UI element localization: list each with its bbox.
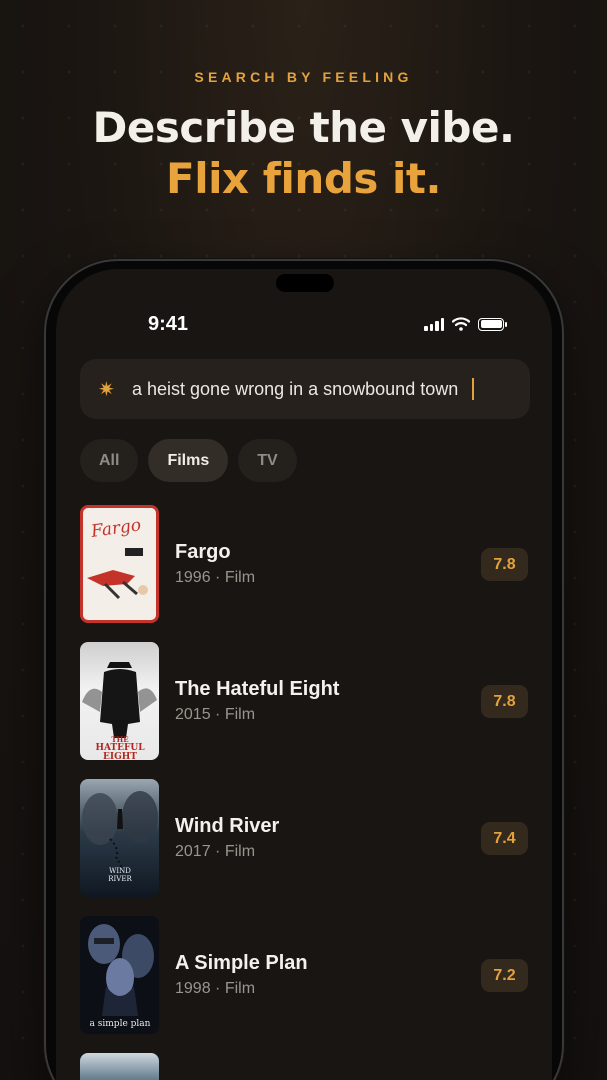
result-meta: 2017 · Film (175, 843, 256, 860)
poster-title-text: Fargo (89, 515, 142, 542)
result-row[interactable]: WIND RIVER Wind River 2017 · Film 7.4 (80, 779, 528, 916)
results-list: Fargo Fargo 1996 · Film 7.8 THE HATEFUL … (80, 505, 528, 1080)
result-meta: 2015 · Film (175, 706, 256, 723)
rating-badge: 7.2 (481, 959, 528, 992)
filter-chips: All Films TV (80, 439, 297, 482)
filter-chip-all[interactable]: All (80, 439, 139, 482)
headline-line-1: Describe the vibe. (92, 103, 515, 152)
rating-badge: 7.8 (481, 548, 528, 581)
poster-image: Fargo (80, 505, 159, 623)
svg-text:a simple plan: a simple plan (90, 1019, 151, 1029)
battery-icon (478, 317, 507, 331)
rating-badge: 7.8 (481, 685, 528, 718)
status-icons (424, 317, 507, 331)
result-row[interactable]: THE HATEFUL EIGHT The Hateful Eight 2015… (80, 642, 528, 779)
result-meta: 1998 · Film (175, 980, 256, 997)
filter-chip-films[interactable]: Films (148, 439, 229, 482)
headline-line-2: Flix finds it. (166, 154, 441, 203)
phone-frame: 9:41 ✷ a heist gone wrong in a snowbound… (44, 259, 564, 1080)
search-query-text: a heist gone wrong in a snowbound town (132, 378, 459, 399)
filter-chip-tv[interactable]: TV (238, 439, 297, 482)
eyebrow-label: SEARCH BY FEELING (194, 69, 413, 85)
wifi-icon (452, 317, 470, 331)
poster-image: THE HATEFUL EIGHT (80, 642, 159, 760)
poster-image-partial[interactable] (80, 1053, 159, 1080)
rating-badge: 7.4 (481, 822, 528, 855)
svg-text:EIGHT: EIGHT (103, 752, 137, 760)
result-title: The Hateful Eight (175, 678, 340, 700)
poster-image: a simple plan (80, 916, 159, 1034)
cellular-signal-icon (424, 317, 444, 331)
sparkle-icon: ✷ (98, 378, 115, 401)
status-time: 9:41 (148, 313, 189, 335)
result-title: A Simple Plan (175, 952, 308, 974)
text-cursor (472, 378, 475, 400)
result-title: Fargo (175, 541, 231, 563)
phone-screen: 9:41 ✷ a heist gone wrong in a snowbound… (56, 269, 552, 1080)
svg-text:RIVER: RIVER (108, 875, 132, 883)
result-row[interactable]: Fargo Fargo 1996 · Film 7.8 (80, 505, 528, 642)
dynamic-island (276, 274, 334, 292)
vibe-search-input[interactable]: ✷ a heist gone wrong in a snowbound town (80, 359, 530, 419)
result-row[interactable]: a simple plan A Simple Plan 1998 · Film … (80, 916, 528, 1053)
poster-image: WIND RIVER (80, 779, 159, 897)
result-meta: 1996 · Film (175, 569, 256, 586)
result-title: Wind River (175, 815, 280, 837)
svg-text:WIND: WIND (109, 867, 131, 875)
